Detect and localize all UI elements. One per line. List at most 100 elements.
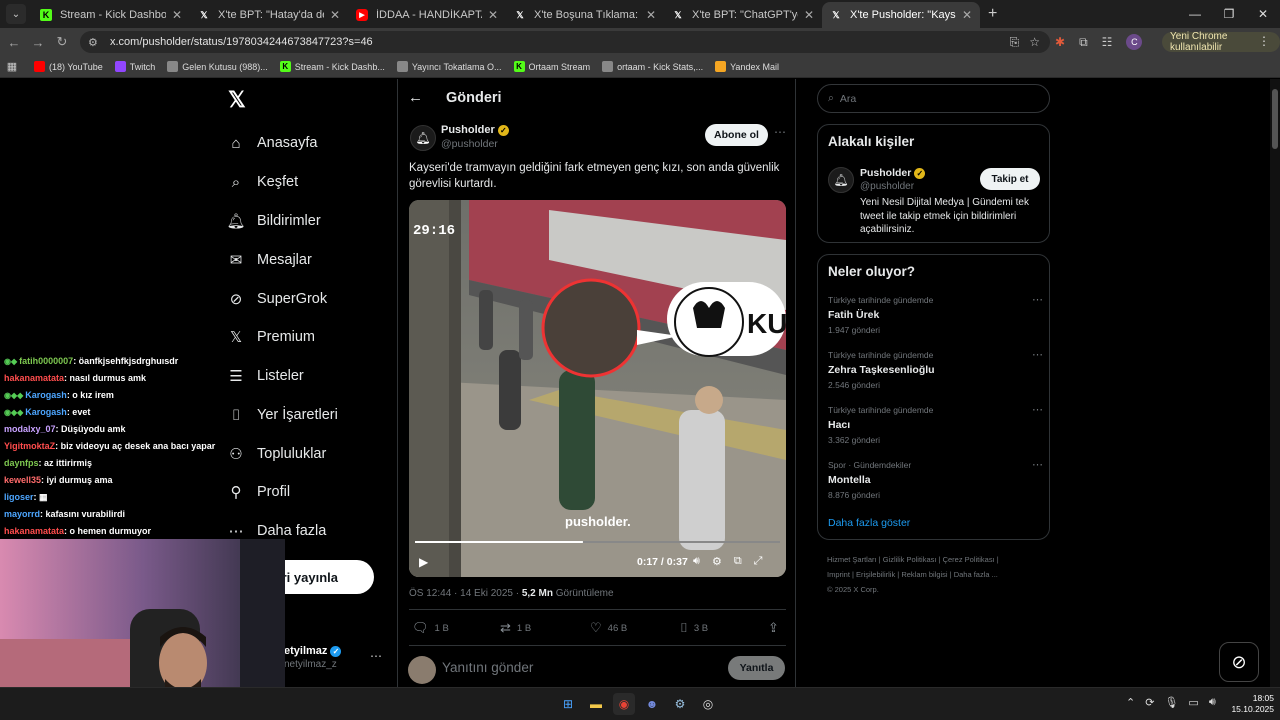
search-input[interactable]: ⌕ Ara — [817, 84, 1050, 113]
bookmark-action[interactable]: ⌷ 3 B — [680, 620, 708, 636]
bookmark-star-icon[interactable]: ☆ — [1029, 35, 1040, 49]
install-app-icon[interactable]: ⎘ — [1010, 35, 1020, 50]
apps-grid-icon[interactable]: ▦ — [0, 60, 24, 73]
trend-item[interactable]: Türkiye tarihinde gündemde Zehra Taşkesen… — [828, 348, 1043, 390]
trend-more-icon[interactable]: ⋯ — [1032, 458, 1043, 471]
related-avatar[interactable]: 🔔︎ — [828, 167, 854, 193]
subscribe-button[interactable]: Abone ol — [705, 124, 768, 146]
browser-tab[interactable]: ▶ İDDAA - HANDİKAPTAN KAZAN ✕ — [348, 2, 506, 28]
like-action[interactable]: ♡ 46 B — [590, 620, 627, 636]
profile-avatar[interactable]: C — [1126, 34, 1143, 50]
bookmark-item[interactable]: ortaam - Kick Stats,... — [602, 61, 703, 72]
reply-input[interactable]: Yanıtını gönder — [442, 660, 533, 675]
extension-icon[interactable]: ✱ — [1055, 35, 1065, 49]
bookmark-item[interactable]: (18) YouTube — [34, 61, 103, 72]
nav-item-yer-i̇şaretleri[interactable]: ⌷ Yer İşaretleri — [226, 400, 337, 430]
fullscreen-icon[interactable]: ⤢ — [754, 555, 763, 568]
obs-icon[interactable]: ◎ — [697, 693, 719, 715]
microphone-icon[interactable]: 🎙︎ — [1164, 696, 1178, 709]
minimize-button[interactable]: — — [1178, 0, 1212, 28]
nav-item-mesajlar[interactable]: ✉ Mesajlar — [226, 245, 312, 275]
account-more-icon[interactable]: ⋯ — [370, 649, 382, 663]
url-bar[interactable]: ⚙ x.com/pusholder/status/197803424467384… — [80, 31, 1050, 53]
nav-item-topluluklar[interactable]: ⚇ Topluluklar — [226, 439, 326, 469]
forward-button[interactable]: → — [26, 35, 50, 50]
volume-icon[interactable]: 🔊︎ — [693, 555, 700, 568]
scrollbar-thumb[interactable] — [1272, 89, 1278, 149]
nav-item-anasayfa[interactable]: ⌂ Anasayfa — [226, 128, 317, 158]
repost-action[interactable]: ⇄ 1 B — [500, 620, 531, 636]
settings-gear-icon[interactable]: ⚙ — [712, 555, 722, 568]
trend-item[interactable]: Spor · Gündemdekiler Montella 8.876 gönder… — [828, 458, 1043, 500]
x-logo-icon[interactable]: 𝕏 — [228, 87, 246, 113]
bookmark-item[interactable]: K Stream - Kick Dashb... — [279, 61, 385, 72]
author-name[interactable]: Pusholder ✓ — [441, 124, 509, 136]
browser-tab[interactable]: 𝕏 X'te Pusholder: "Kayseri'de tran ✕ — [822, 2, 980, 28]
system-clock[interactable]: 18:05 15.10.2025 — [1224, 693, 1274, 715]
post-more-icon[interactable]: ⋯ — [774, 125, 786, 139]
close-tab-icon[interactable]: ✕ — [172, 8, 182, 22]
share-action[interactable]: ⇪ — [768, 620, 785, 636]
nav-item-listeler[interactable]: ☰ Listeler — [226, 361, 303, 391]
close-window-button[interactable]: ✕ — [1246, 0, 1280, 28]
back-arrow-icon[interactable]: ← — [408, 89, 423, 106]
reply-action[interactable]: 🗨︎ 1 B — [412, 620, 449, 636]
close-tab-icon[interactable]: ✕ — [646, 8, 656, 22]
grok-fab-icon[interactable]: ⊘ — [1219, 642, 1259, 682]
speaker-icon[interactable]: 🔊︎ — [1209, 696, 1216, 709]
browser-menu-icon[interactable]: ⋮ — [1258, 34, 1270, 48]
bookmark-item[interactable]: Gelen Kutusu (988)... — [167, 61, 268, 72]
play-icon[interactable]: ▶ — [419, 555, 428, 569]
network-icon[interactable]: ▭ — [1188, 696, 1198, 709]
file-explorer-icon[interactable]: ▬ — [585, 693, 607, 715]
footer-line[interactable]: Hizmet Şartları | Gizlilik Politikası | … — [827, 552, 1047, 567]
browser-tab[interactable]: K Stream - Kick Dashboard ✕ — [32, 2, 190, 28]
author-handle[interactable]: @pusholder — [441, 138, 498, 150]
pip-icon[interactable]: ⧉ — [734, 555, 742, 568]
maximize-button[interactable]: ❐ — [1212, 0, 1246, 28]
scrollbar[interactable] — [1270, 79, 1280, 687]
trend-more-icon[interactable]: ⋯ — [1032, 293, 1043, 306]
bookmark-item[interactable]: Yandex Mail — [715, 61, 779, 72]
start-icon[interactable]: ⊞ — [557, 693, 579, 715]
video-player[interactable]: KU 29:16 pusholder. ▶ 0:17 / 0:37 🔊︎ ⚙ ⧉… — [409, 200, 786, 577]
bookmark-item[interactable]: Twitch — [114, 61, 155, 72]
author-avatar[interactable]: 🔔︎ — [410, 125, 436, 151]
tray-sync-icon[interactable]: ⟳ — [1145, 696, 1154, 709]
nav-item-profil[interactable]: ⚲ Profil — [226, 477, 291, 507]
steam-icon[interactable]: ⚙ — [669, 693, 691, 715]
close-tab-icon[interactable]: ✕ — [804, 8, 814, 22]
close-tab-icon[interactable]: ✕ — [488, 8, 498, 22]
close-tab-icon[interactable]: ✕ — [330, 8, 340, 22]
nav-item-bildirimler[interactable]: 🔔︎ Bildirimler — [226, 206, 320, 236]
related-name[interactable]: Pusholder ✓ — [860, 167, 926, 179]
reply-button[interactable]: Yanıtla — [728, 656, 785, 680]
browser-tab[interactable]: 𝕏 X'te BPT: "Hatay'da depremin o ✕ — [190, 2, 348, 28]
reload-button[interactable]: ↻ — [50, 34, 74, 50]
back-button[interactable]: ← — [2, 35, 26, 50]
chrome-icon[interactable]: ◉ — [613, 693, 635, 715]
bookmark-item[interactable]: K Ortaam Stream — [513, 61, 590, 72]
nav-item-keşfet[interactable]: ⌕ Keşfet — [226, 167, 298, 197]
bookmark-item[interactable]: Yayıncı Tokatlama O... — [396, 61, 502, 72]
browser-tab[interactable]: 𝕏 X'te Boşuna Tıklama: "Japonya' ✕ — [506, 2, 664, 28]
extensions-puzzle-icon[interactable]: ⧉ — [1079, 35, 1088, 50]
show-more-link[interactable]: Daha fazla göster — [828, 517, 910, 529]
trend-item[interactable]: Türkiye tarihinde gündemde Fatih Ürek 1.94… — [828, 293, 1043, 335]
trend-more-icon[interactable]: ⋯ — [1032, 348, 1043, 361]
trend-item[interactable]: Türkiye tarihinde gündemde Hacı 3.362 gönd… — [828, 403, 1043, 445]
trend-more-icon[interactable]: ⋯ — [1032, 403, 1043, 416]
follow-button[interactable]: Takip et — [980, 168, 1040, 190]
tab-search-button[interactable]: ⌄ — [6, 4, 26, 24]
nav-item-premium[interactable]: 𝕏 Premium — [226, 322, 315, 352]
new-tab-button[interactable]: + — [988, 5, 997, 23]
reading-list-icon[interactable]: ☷ — [1102, 35, 1113, 49]
footer-line[interactable]: Imprint | Erişilebilirlik | Reklam bilgi… — [827, 567, 1047, 582]
account-name[interactable]: etyilmaz ✓ — [284, 645, 342, 657]
discord-icon[interactable]: ☻ — [641, 693, 663, 715]
site-info-icon[interactable]: ⚙ — [88, 36, 102, 49]
browser-tab[interactable]: 𝕏 X'te BPT: "ChatGPT'ye cinsel içe ✕ — [664, 2, 822, 28]
tray-chevron-icon[interactable]: ⌃ — [1126, 696, 1135, 709]
close-tab-icon[interactable]: ✕ — [962, 8, 972, 22]
nav-item-supergrok[interactable]: ⊘ SuperGrok — [226, 284, 327, 314]
